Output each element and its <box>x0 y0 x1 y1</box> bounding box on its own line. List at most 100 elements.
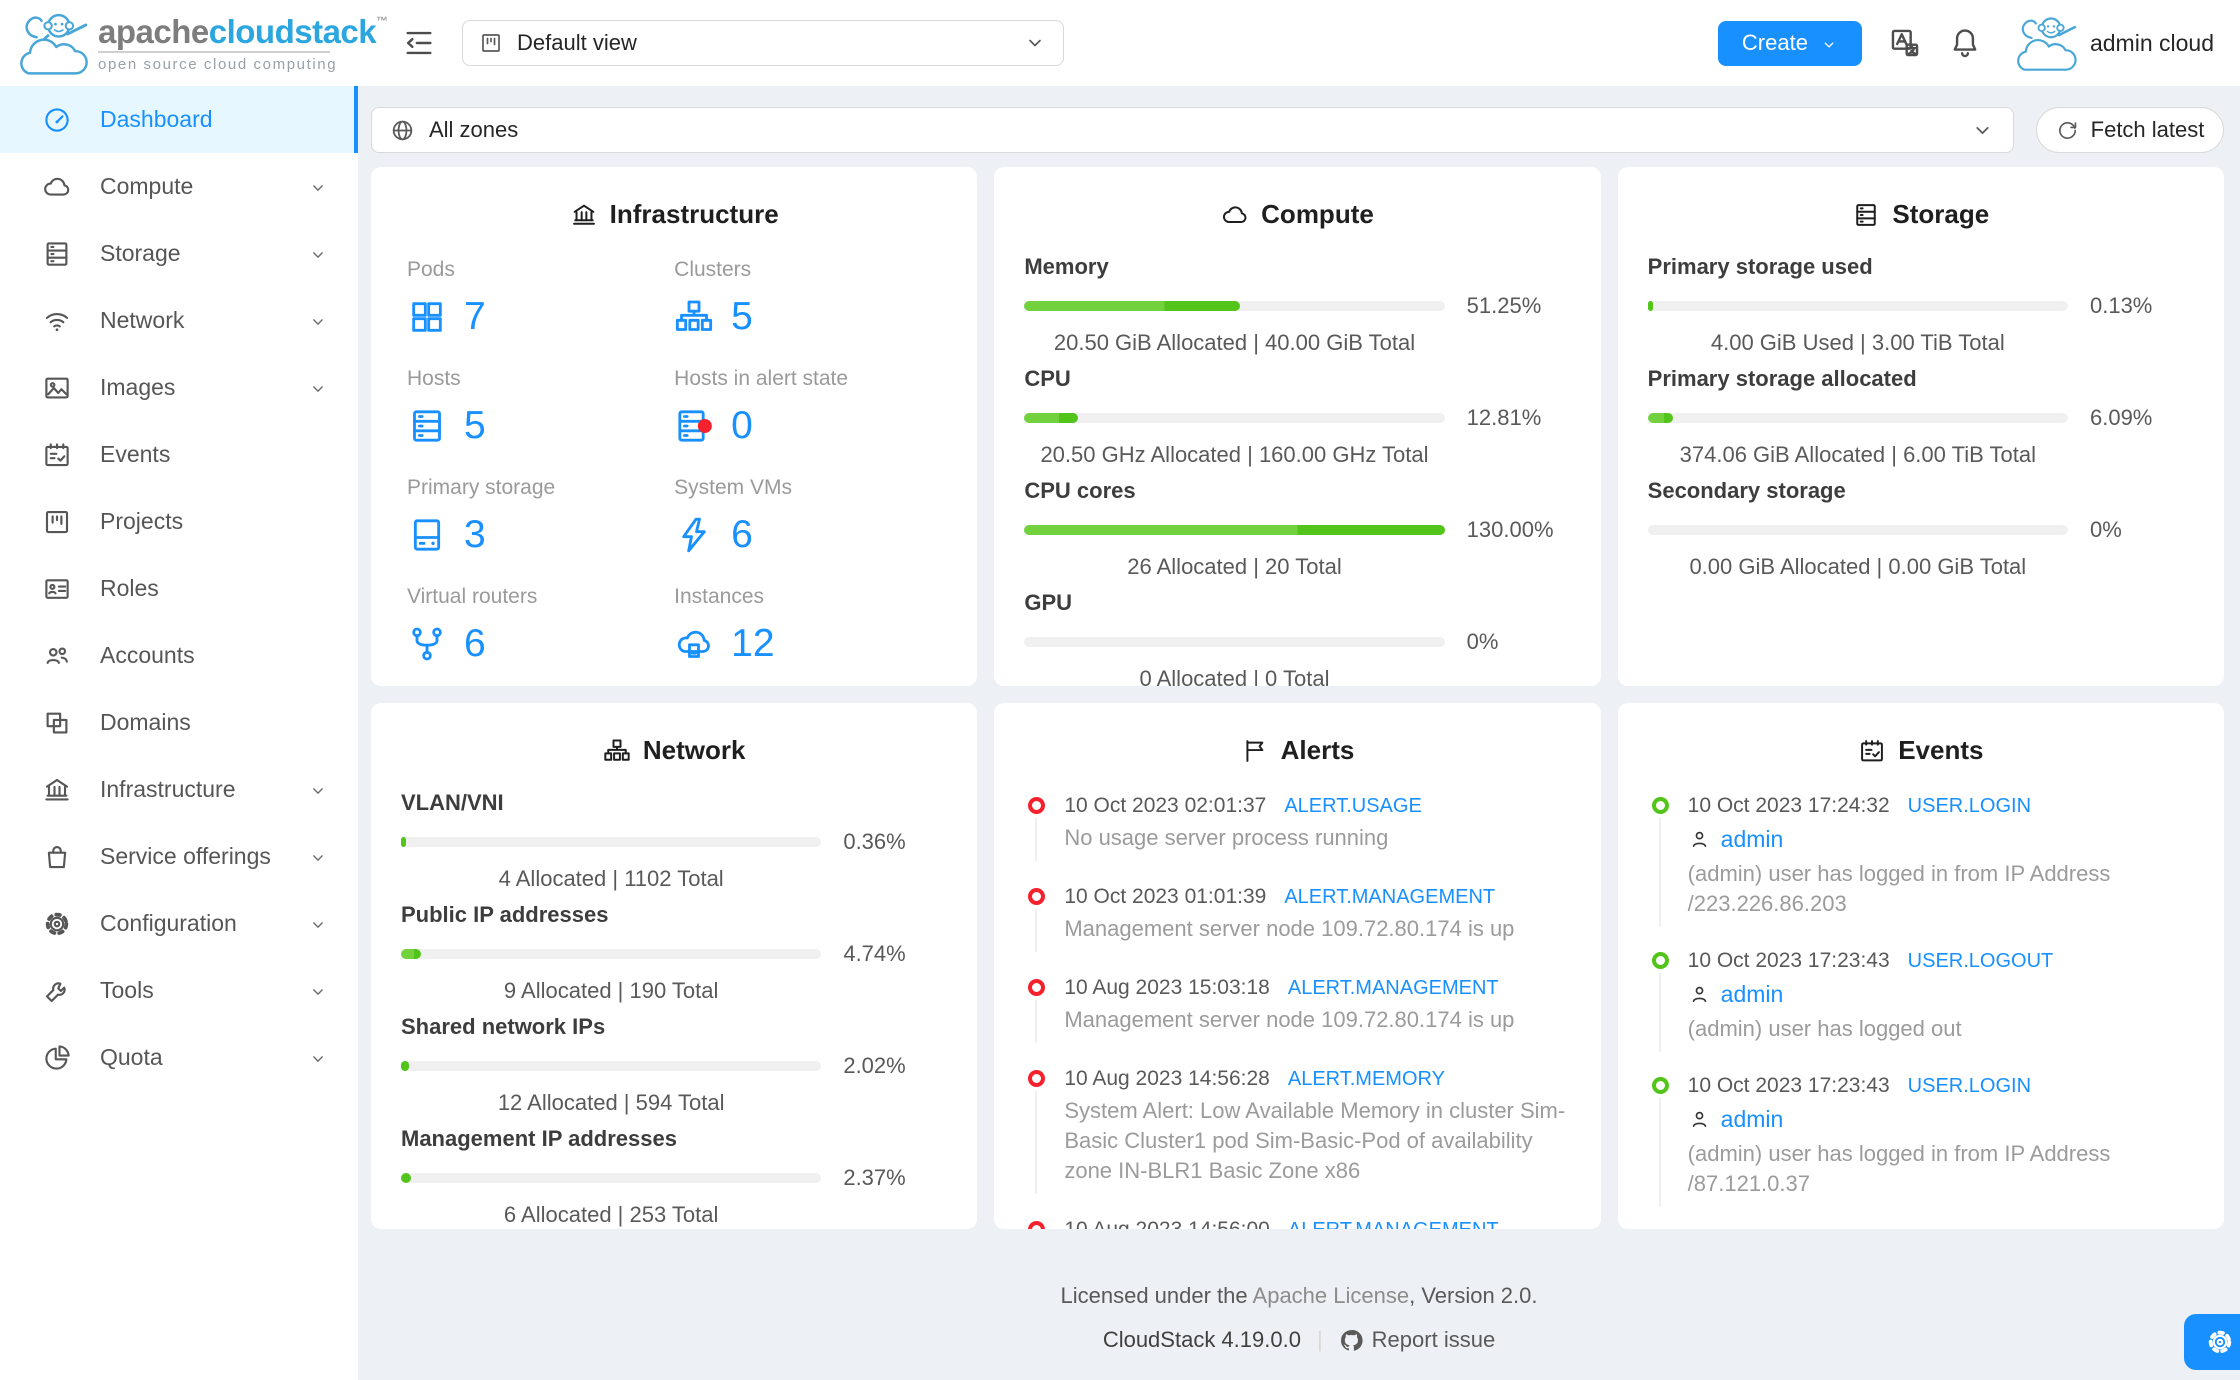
dashboard-icon <box>42 105 72 135</box>
progress-fill <box>401 1173 411 1183</box>
metric-label: Primary storage used <box>1647 254 1873 279</box>
database-icon <box>42 239 72 269</box>
sidebar-item[interactable]: Dashboard <box>0 86 358 153</box>
metric-label: Secondary storage <box>1647 478 1846 503</box>
cloud-icon <box>42 172 72 202</box>
topbar: Default view Create admin cloud <box>358 0 2240 86</box>
stat-value-link[interactable]: 6 <box>407 622 674 666</box>
sidebar-item[interactable]: Projects <box>0 488 358 555</box>
sidebar-item[interactable]: Images <box>0 354 358 421</box>
notification-bell-button[interactable] <box>1948 26 1982 60</box>
event-type-link[interactable]: USER.LOGIN <box>1908 792 2031 820</box>
events-card: Events 10 Oct 2023 17:24:32 USER.LOGIN a… <box>1617 703 2224 1229</box>
usage-metric: GPU 0% 0 Allocated | 0 Total <box>1024 590 1570 686</box>
sidebar-item[interactable]: Tools <box>0 957 358 1024</box>
user-avatar <box>2017 17 2077 71</box>
sidebar-item-label: Images <box>100 374 176 400</box>
sidebar-item[interactable]: Storage <box>0 220 358 287</box>
event-type-link[interactable]: USER.LOGIN <box>1908 1072 2031 1100</box>
infrastructure-card: Infrastructure Pods 7 Clusters 5 Hosts 5… <box>371 167 978 686</box>
app-logo: apachecloudstack™ open source cloud comp… <box>0 0 388 86</box>
sidebar-item[interactable]: Infrastructure <box>0 756 358 823</box>
stat-value-link[interactable]: 0 <box>674 404 941 448</box>
metric-label: Public IP addresses <box>401 902 609 927</box>
apache-license-link[interactable]: Apache License <box>1253 1283 1410 1308</box>
stat-value-link[interactable]: 6 <box>674 513 941 557</box>
menu-fold-button[interactable] <box>402 26 436 60</box>
user-menu[interactable]: admin cloud <box>2008 12 2214 74</box>
sidebar-item-label: Compute <box>100 173 194 199</box>
translation-button[interactable] <box>1888 26 1922 60</box>
zone-selector[interactable]: All zones <box>371 107 2014 153</box>
block-icon <box>42 708 72 738</box>
alert-type-link[interactable]: ALERT.MANAGEMENT <box>1284 883 1495 911</box>
alert-dot <box>1028 888 1046 905</box>
sidebar-item[interactable]: Service offerings <box>0 823 358 890</box>
alert-type-link[interactable]: ALERT.USAGE <box>1284 792 1421 820</box>
metric-label: VLAN/VNI <box>401 790 504 815</box>
metric-percent: 130.00% <box>1466 517 1554 542</box>
metric-label: Shared network IPs <box>401 1014 606 1039</box>
event-dot <box>1651 797 1669 814</box>
stat-number: 0 <box>731 404 753 447</box>
metric-label: CPU cores <box>1024 478 1136 503</box>
metric-percent: 0% <box>2089 517 2122 542</box>
stat-value-link[interactable]: 7 <box>407 295 674 339</box>
event-type-link[interactable]: USER.LOGOUT <box>1908 1227 2054 1229</box>
event-user-link[interactable]: admin <box>1721 977 1784 1011</box>
sidebar-item[interactable]: Roles <box>0 555 358 622</box>
progress-fill <box>401 837 406 847</box>
storage-card-title: Storage <box>1648 199 2194 230</box>
user-name: admin cloud <box>2089 29 2214 56</box>
settings-float-button[interactable] <box>2184 1314 2240 1370</box>
stat-label: Pods <box>407 258 455 281</box>
sidebar-item-label: Domains <box>100 709 191 735</box>
sidebar-item[interactable]: Accounts <box>0 622 358 689</box>
event-user-link[interactable]: admin <box>1721 822 1784 856</box>
stat-value-link[interactable]: 5 <box>674 295 941 339</box>
event-type-link[interactable]: USER.LOGOUT <box>1908 947 2054 975</box>
infra-stat: System VMs 6 <box>674 476 941 557</box>
event-user-link[interactable]: admin <box>1721 1102 1784 1136</box>
stat-value-link[interactable]: 5 <box>407 404 674 448</box>
sidebar-item[interactable]: Configuration <box>0 890 358 957</box>
event-description: (admin) user has logged in from IP Addre… <box>1687 861 2111 916</box>
view-selector[interactable]: Default view <box>462 20 1064 66</box>
metric-percent: 0.36% <box>843 829 906 854</box>
shopping-icon <box>42 842 72 872</box>
progress-track <box>401 949 822 959</box>
metric-label: CPU <box>1024 366 1071 391</box>
alert-type-link[interactable]: ALERT.MANAGEMENT <box>1288 974 1499 1002</box>
create-button[interactable]: Create <box>1717 20 1862 66</box>
database-icon <box>407 406 447 446</box>
project-icon <box>479 31 503 55</box>
fetch-latest-button[interactable]: Fetch latest <box>2036 107 2224 153</box>
alert-type-link[interactable]: ALERT.MEMORY <box>1288 1065 1445 1093</box>
usage-metric: Primary storage allocated 6.09% 374.06 G… <box>1647 366 2194 468</box>
sidebar-item[interactable]: Domains <box>0 689 358 756</box>
cluster-icon <box>674 297 714 337</box>
report-issue-link[interactable]: Report issue <box>1339 1325 1495 1355</box>
progress-track <box>401 837 822 847</box>
infra-stat: Clusters 5 <box>674 258 941 339</box>
metric-detail: 374.06 GiB Allocated | 6.00 TiB Total <box>1679 442 2036 467</box>
alert-type-link[interactable]: ALERT.MANAGEMENT <box>1288 1216 1499 1229</box>
bank-icon <box>42 775 72 805</box>
stat-number: 12 <box>731 622 775 665</box>
metric-detail: 6 Allocated | 253 Total <box>503 1202 719 1227</box>
metric-label: Memory <box>1024 254 1109 279</box>
progress-fill <box>1647 301 1653 311</box>
sidebar-item[interactable]: Quota <box>0 1024 358 1091</box>
metric-detail: 4.00 GiB Used | 3.00 TiB Total <box>1710 330 2005 355</box>
sidebar-item[interactable]: Events <box>0 421 358 488</box>
chevron-down-icon <box>308 244 328 264</box>
progress-track <box>401 1061 822 1071</box>
stat-value-link[interactable]: 3 <box>407 513 674 557</box>
sidebar-item[interactable]: Network <box>0 287 358 354</box>
alert-description: Management server node 109.72.80.174 is … <box>1064 1007 1515 1032</box>
progress-fill <box>1024 413 1079 423</box>
stat-label: Hosts <box>407 367 461 390</box>
stat-value-link[interactable]: 12 <box>674 622 941 666</box>
sidebar-item[interactable]: Compute <box>0 153 358 220</box>
thunderbolt-icon <box>674 515 714 555</box>
